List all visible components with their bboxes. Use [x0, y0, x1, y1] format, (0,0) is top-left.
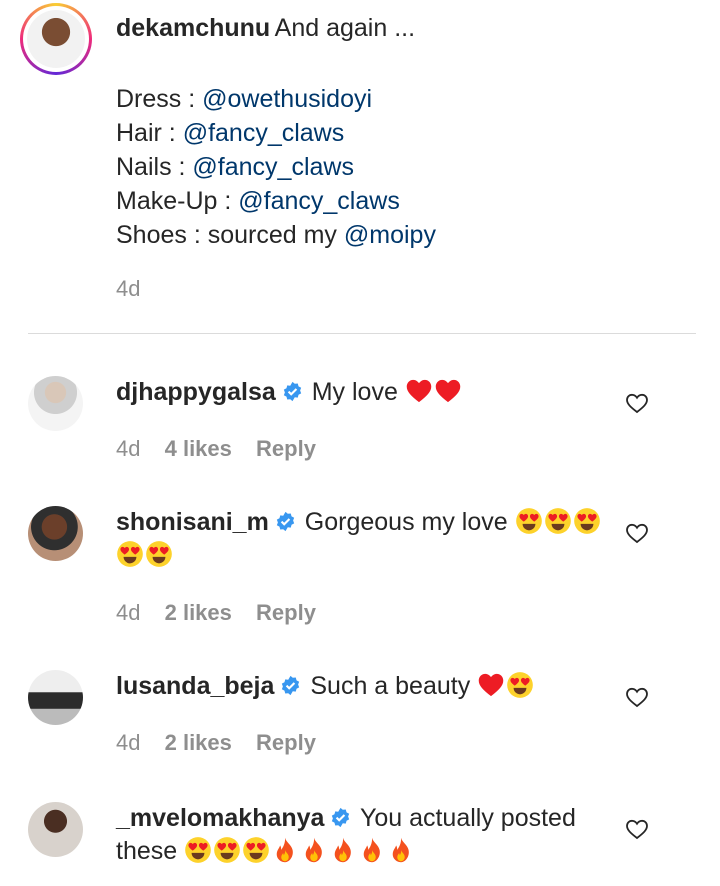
verified-badge-icon: [332, 807, 350, 828]
comment-username[interactable]: lusanda_beja: [116, 672, 274, 700]
credit-label: Hair :: [116, 119, 183, 147]
caption-text: And again ...: [274, 14, 416, 42]
caption-credits: Dress : @owethusidoyi Hair : @fancy_claw…: [116, 82, 436, 252]
emoji-group: [184, 837, 416, 865]
mention-link[interactable]: @moipy: [344, 221, 436, 249]
heart-eyes-icon: [146, 541, 172, 567]
comment-timestamp: 4d: [116, 730, 141, 755]
comment-username[interactable]: _mvelomakhanya: [116, 804, 324, 832]
credit-line-dress: Dress : @owethusidoyi: [116, 82, 436, 116]
heart-eyes-icon: [214, 837, 240, 863]
red-heart-icon: [478, 673, 504, 697]
comment-avatar[interactable]: [28, 670, 83, 725]
comment-likes[interactable]: 2 likes: [165, 730, 232, 755]
fire-icon: [392, 837, 409, 863]
credit-line-makeup: Make-Up : @fancy_claws: [116, 184, 436, 218]
reply-button[interactable]: Reply: [256, 730, 316, 755]
reply-button[interactable]: Reply: [256, 436, 316, 461]
comment-avatar[interactable]: [28, 802, 83, 857]
avatar-photo: [27, 10, 85, 68]
divider: [28, 333, 696, 334]
heart-eyes-icon: [185, 837, 211, 863]
heart-eyes-icon: [544, 508, 571, 534]
mention-link[interactable]: @owethusidoyi: [202, 85, 372, 113]
heart-eyes-icon: [117, 541, 143, 567]
red-heart-icon: [435, 379, 461, 403]
comment-text: My love: [311, 378, 398, 406]
heart-eyes-icon: [573, 508, 600, 534]
verified-badge-icon: [282, 675, 300, 696]
fire-icon: [363, 837, 380, 863]
heart-eyes-icon: [243, 837, 269, 863]
heart-eyes-icon: [515, 508, 542, 534]
comment-likes[interactable]: 2 likes: [165, 600, 232, 625]
fire-icon: [305, 837, 322, 863]
mention-link[interactable]: @fancy_claws: [183, 119, 345, 147]
credit-label: Nails :: [116, 153, 193, 181]
reply-button[interactable]: Reply: [256, 600, 316, 625]
credit-label: Make-Up :: [116, 187, 239, 215]
credit-line-hair: Hair : @fancy_claws: [116, 116, 436, 150]
caption-username[interactable]: dekamchunu: [116, 14, 270, 42]
verified-badge-icon: [276, 511, 294, 532]
like-heart-icon[interactable]: [625, 686, 649, 708]
comment-text: Such a beauty: [310, 672, 471, 700]
comment-username[interactable]: shonisani_m: [116, 508, 269, 536]
red-heart-icon: [406, 379, 432, 403]
comment-username[interactable]: djhappygalsa: [116, 378, 276, 406]
verified-badge-icon: [283, 381, 301, 402]
comment-text: Gorgeous my love: [304, 508, 508, 536]
credit-label: Dress :: [116, 85, 203, 113]
comment-timestamp: 4d: [116, 600, 141, 625]
credit-label: Shoes : sourced my: [116, 221, 344, 249]
credit-line-shoes: Shoes : sourced my @moipy: [116, 218, 436, 252]
comment-avatar[interactable]: [28, 506, 83, 561]
mention-link[interactable]: @fancy_claws: [192, 153, 354, 181]
like-heart-icon[interactable]: [625, 392, 649, 414]
emoji-group: [477, 672, 535, 700]
caption-avatar[interactable]: [20, 3, 92, 75]
comment-timestamp: 4d: [116, 436, 141, 461]
like-heart-icon[interactable]: [625, 818, 649, 840]
like-heart-icon[interactable]: [625, 522, 649, 544]
credit-line-nails: Nails : @fancy_claws: [116, 150, 436, 184]
emoji-group: [405, 378, 463, 406]
mention-link[interactable]: @fancy_claws: [238, 187, 400, 215]
fire-icon: [276, 837, 293, 863]
caption-timestamp: 4d: [116, 276, 141, 301]
fire-icon: [334, 837, 351, 863]
heart-eyes-icon: [507, 672, 533, 698]
comment-likes[interactable]: 4 likes: [165, 436, 232, 461]
comment-avatar[interactable]: [28, 376, 83, 431]
post-caption: dekamchunu And again ... Dress : @owethu…: [0, 0, 720, 334]
